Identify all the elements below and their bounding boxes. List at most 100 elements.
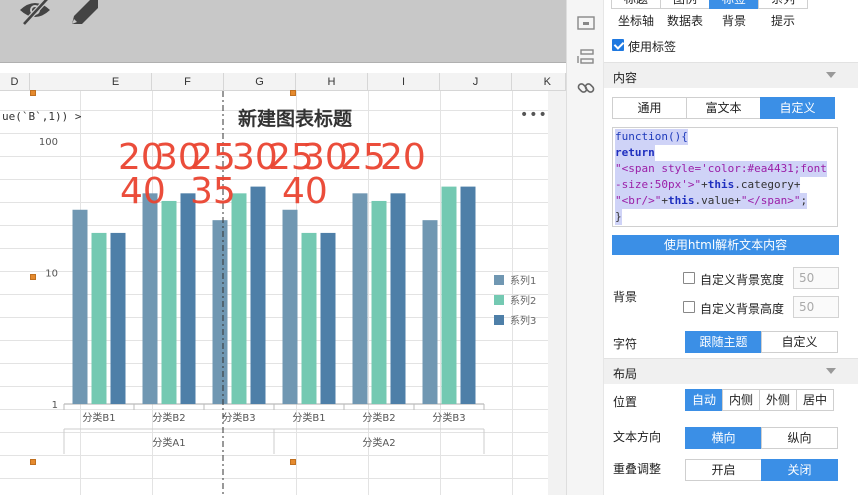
bar-系列1-5 (352, 193, 368, 404)
top-toolbar (0, 0, 566, 63)
side-rail (566, 0, 604, 495)
code-line-3-string: "<span style='color:#ea4431;font (615, 162, 827, 175)
eye-off-icon[interactable] (18, 0, 52, 28)
code-line-1: function(){ (615, 130, 688, 143)
app-root: D E F G H I J K ue(`B`,1)) > 新建图表标题 ••• … (0, 0, 858, 495)
position-outside[interactable]: 外侧 (759, 389, 797, 411)
custom-bg-height-checkbox[interactable] (683, 301, 695, 313)
background-label: 背景 (613, 290, 638, 304)
overlap-on[interactable]: 开启 (685, 459, 762, 481)
bar-系列1-3 (212, 220, 228, 404)
code-line-2: return (615, 146, 655, 159)
custom-bg-width-label: 自定义背景宽度 (700, 273, 785, 287)
bar-系列1-1 (72, 209, 88, 404)
use-label-checkbox[interactable] (612, 39, 624, 51)
code-line-5-string: "<br/>" (615, 194, 662, 207)
panel-layout-icon[interactable] (576, 13, 596, 33)
bar-系列3-6 (460, 186, 476, 404)
bar-系列2-5 (371, 200, 387, 404)
pencil-icon[interactable] (68, 0, 102, 28)
overlap-selector: 开启 关闭 (685, 459, 838, 481)
font-custom[interactable]: 自定义 (761, 331, 838, 353)
code-line-5-semicolon: ; (800, 194, 808, 207)
layout-section-header[interactable]: 布局 (604, 358, 858, 384)
code-line-5-value: .value+ (694, 194, 741, 207)
direction-horizontal[interactable]: 横向 (685, 427, 762, 449)
mode-custom[interactable]: 自定义 (760, 97, 835, 119)
bar-系列2-2 (161, 200, 177, 404)
bar-系列2-1 (91, 232, 107, 404)
data-label-overlay: 20 (380, 137, 426, 178)
content-section-header[interactable]: 内容 (604, 62, 858, 88)
tab-legend[interactable]: 图例 (660, 0, 710, 9)
overlap-label: 重叠调整 (613, 462, 662, 476)
properties-panel: 标题 图例 标签 系列 坐标轴 数据表 背景 提示 使用标签 内容 通用 富文本… (604, 0, 858, 495)
bar-系列3-4 (320, 232, 336, 404)
bar-系列2-4 (301, 232, 317, 404)
font-label: 字符 (613, 337, 638, 351)
data-label-overlay: 35 (190, 171, 236, 212)
legend-swatch (494, 275, 504, 285)
group-label: 分类A2 (362, 436, 395, 449)
bar-系列3-5 (390, 193, 406, 404)
y-tick-label: 10 (45, 269, 58, 280)
custom-bg-width-checkbox[interactable] (683, 272, 695, 284)
code-line-5-this: this (667, 194, 695, 207)
direction-vertical[interactable]: 纵向 (761, 427, 838, 449)
position-auto[interactable]: 自动 (685, 389, 723, 411)
link-icon[interactable] (576, 78, 596, 98)
bar-系列3-2 (180, 193, 196, 404)
parse-html-button[interactable]: 使用html解析文本内容 (612, 235, 839, 255)
custom-bg-height-label: 自定义背景高度 (700, 302, 785, 316)
group-label: 分类A1 (152, 436, 185, 449)
overlap-off[interactable]: 关闭 (761, 459, 838, 481)
bar-系列1-4 (282, 209, 298, 404)
bar-系列3-3 (250, 186, 266, 404)
legend-label: 系列3 (510, 314, 536, 327)
tab-title[interactable]: 标题 (611, 0, 661, 9)
position-selector: 自动 内侧 外侧 居中 (685, 389, 834, 411)
bar-系列3-1 (110, 232, 126, 404)
code-line-4-string: -size:50px'>" (615, 178, 702, 191)
x-tick-label: 分类B1 (82, 411, 115, 424)
position-center[interactable]: 居中 (796, 389, 834, 411)
tab-tooltip[interactable]: 提示 (758, 9, 808, 31)
tab-series[interactable]: 系列 (758, 0, 808, 9)
y-tick-label: 1 (52, 400, 58, 411)
bar-系列2-6 (441, 186, 457, 404)
position-inside[interactable]: 内侧 (722, 389, 760, 411)
bg-height-input[interactable]: 50 (793, 296, 839, 318)
x-tick-label: 分类B2 (362, 411, 395, 424)
legend-label: 系列2 (510, 294, 536, 307)
label-formatter-code-editor[interactable]: function(){ return "<span style='color:#… (612, 127, 838, 227)
bar-系列1-2 (142, 193, 158, 404)
text-direction-selector: 横向 纵向 (685, 427, 838, 449)
tab-axis[interactable]: 坐标轴 (611, 9, 661, 31)
component-stack-icon[interactable] (576, 47, 596, 67)
bar-chart[interactable]: 100 10 1 分类B1 分类B2 分类B3 分类B1 分类B2 分类B3 分类A1 分类A2 系列… (0, 63, 566, 495)
code-line-5-plus: + (661, 194, 668, 207)
mode-rich-text[interactable]: 富文本 (686, 97, 761, 119)
data-label-overlay: 25 (340, 137, 386, 178)
bg-width-input[interactable]: 50 (793, 267, 839, 289)
code-line-5-close: "</span>" (740, 194, 801, 207)
tab-background[interactable]: 背景 (709, 9, 759, 31)
tab-datatable[interactable]: 数据表 (660, 9, 710, 31)
legend-swatch (494, 295, 504, 305)
chevron-down-icon[interactable] (826, 368, 836, 374)
data-label-overlay: 40 (282, 171, 328, 212)
code-line-4-this: this (707, 178, 735, 191)
spreadsheet[interactable]: D E F G H I J K ue(`B`,1)) > 新建图表标题 ••• … (0, 63, 566, 495)
content-section-title: 内容 (613, 71, 638, 85)
bar-系列2-3 (231, 193, 247, 404)
chevron-down-icon[interactable] (826, 72, 836, 78)
x-tick-label: 分类B3 (432, 411, 465, 424)
tab-row-2: 坐标轴 数据表 背景 提示 (612, 9, 808, 31)
data-label-overlay: 40 (120, 171, 166, 212)
legend-swatch (494, 315, 504, 325)
tab-label[interactable]: 标签 (709, 0, 759, 9)
position-label: 位置 (613, 395, 638, 409)
font-follow-theme[interactable]: 跟随主题 (685, 331, 762, 353)
font-option-selector: 跟随主题 自定义 (685, 331, 838, 353)
mode-general[interactable]: 通用 (612, 97, 687, 119)
